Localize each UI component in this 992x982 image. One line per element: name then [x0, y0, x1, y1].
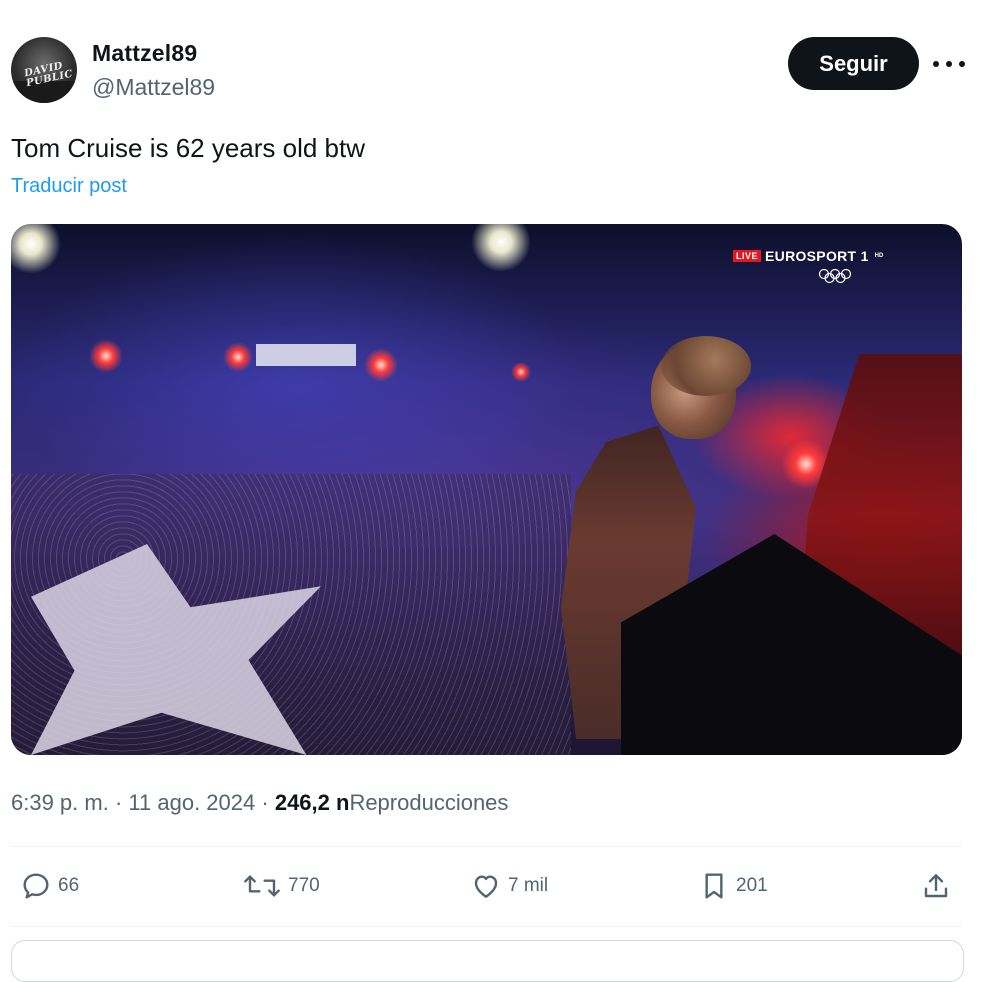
repost-button[interactable]: 770 [242, 868, 320, 904]
share-icon [924, 874, 948, 898]
reply-button[interactable]: 66 [20, 868, 79, 904]
share-button[interactable] [920, 868, 952, 904]
separator: · [114, 790, 123, 815]
hd-label: HD [874, 253, 884, 259]
red-light [223, 342, 253, 372]
post-time[interactable]: 6:39 p. m. [11, 790, 109, 815]
bookmark-button[interactable]: 201 [698, 868, 768, 904]
bookmark-count: 201 [736, 875, 768, 896]
follow-button[interactable]: Seguir [788, 37, 919, 90]
dot [946, 61, 952, 67]
red-light [511, 362, 531, 382]
like-count: 7 mil [508, 875, 549, 896]
views-count: 246,2 n [274, 790, 350, 815]
translate-post-link[interactable]: Traducir post [11, 175, 127, 198]
divider [11, 926, 962, 927]
stadium-light [471, 224, 531, 272]
views-label: Reproducciones [349, 790, 509, 815]
stadium-light [11, 224, 61, 274]
display-name[interactable]: Mattzel89 [92, 40, 197, 67]
post-media-image[interactable]: LIVE EUROSPORT 1 HD [11, 224, 962, 755]
red-light [89, 339, 123, 373]
reply-count: 66 [58, 875, 80, 896]
stadium-banner [256, 344, 356, 366]
live-badge: LIVE [733, 250, 762, 262]
bookmark-icon [705, 873, 723, 899]
repost-count: 770 [288, 875, 320, 896]
more-horizontal-icon[interactable] [933, 52, 965, 76]
post-date[interactable]: 11 ago. 2024 [128, 790, 255, 815]
separator: · [261, 790, 269, 815]
red-light [364, 348, 398, 382]
performer-hair [661, 336, 751, 396]
olympic-rings-icon [818, 268, 852, 284]
like-button[interactable]: 7 mil [470, 868, 548, 904]
post-metadata: 6:39 p. m. · 11 ago. 2024 · 246,2 nRepro… [11, 790, 508, 816]
channel-label: EUROSPORT 1 [765, 248, 869, 264]
repost-icon [244, 875, 280, 897]
heart-icon [474, 875, 498, 898]
dot [959, 61, 965, 67]
broadcast-logo: LIVE EUROSPORT 1 HD [733, 248, 883, 264]
divider [11, 846, 962, 847]
post-text: Tom Cruise is 62 years old btw [11, 133, 366, 163]
reply-icon [23, 873, 49, 899]
dot [933, 61, 939, 67]
reply-composer[interactable] [11, 940, 964, 982]
handle[interactable]: @Mattzel89 [92, 74, 215, 101]
avatar[interactable]: DAVID PUBLIC [11, 37, 77, 103]
